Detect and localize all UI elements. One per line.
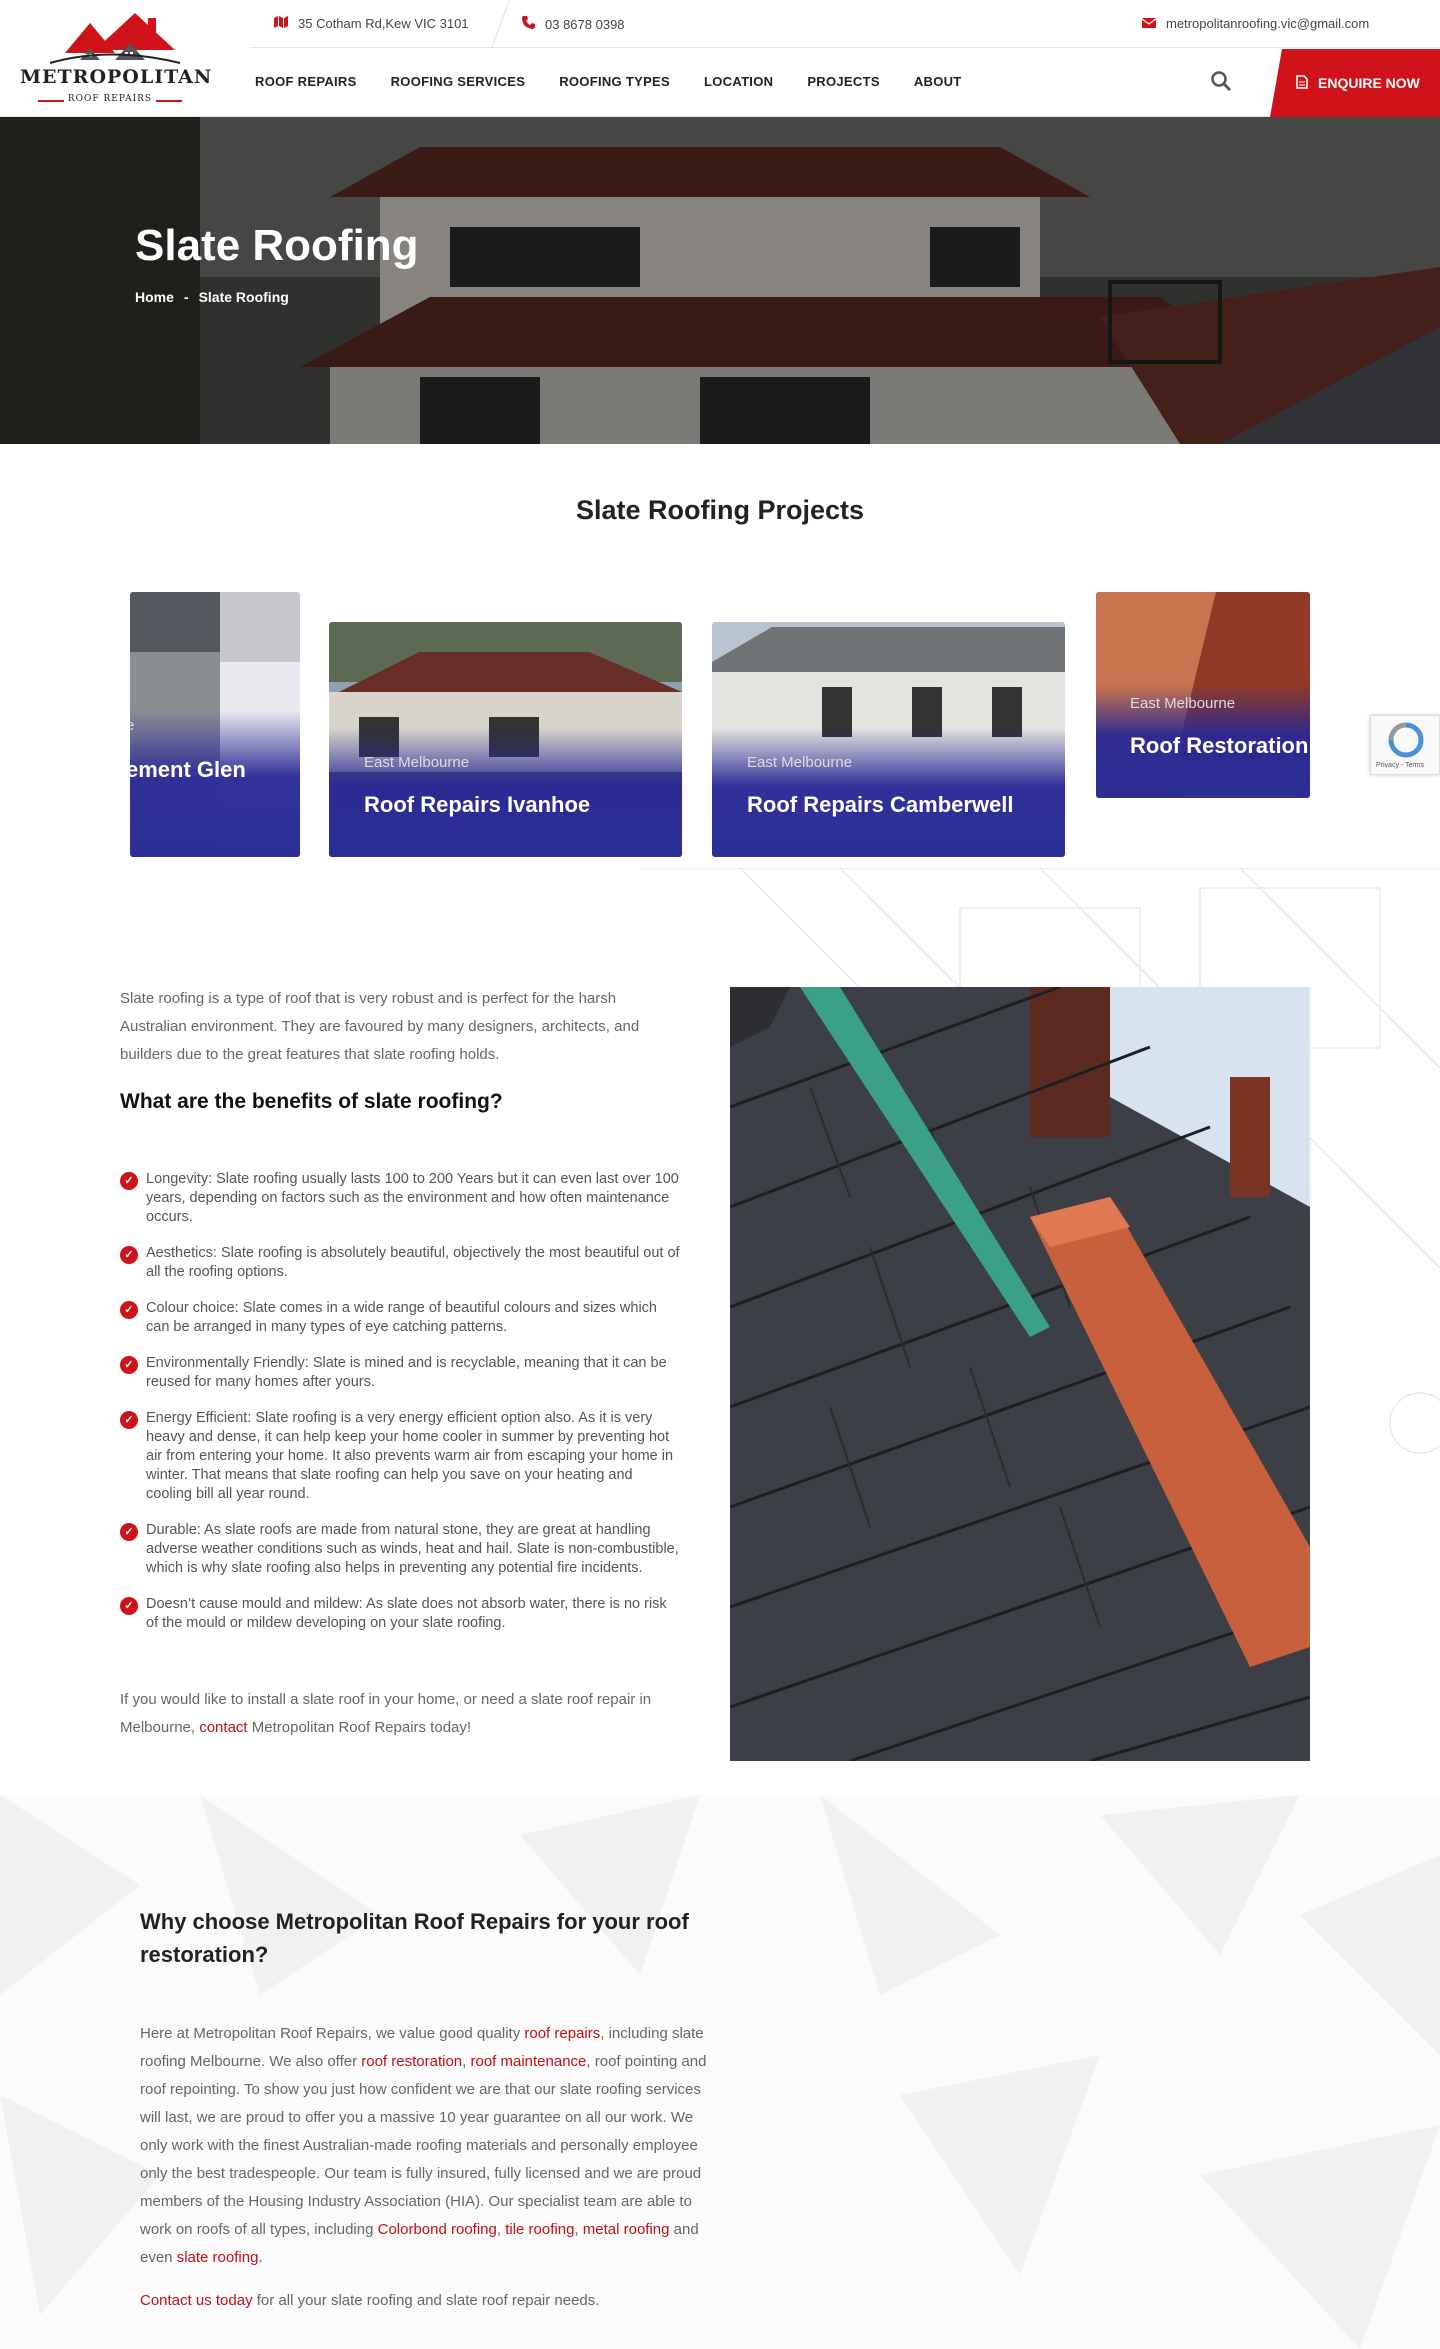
metal-roofing-link[interactable]: metal roofing xyxy=(583,2221,670,2238)
why-paragraph: Here at Metropolitan Roof Repairs, we va… xyxy=(140,2020,710,2272)
enquire-now-label: ENQUIRE NOW xyxy=(1318,75,1420,91)
contact-line-text: for all your slate roofing and slate roo… xyxy=(252,2292,600,2309)
project-card-templestowe[interactable]: e ement Glen xyxy=(130,592,300,857)
top-contact-bar: 35 Cotham Rd,Kew VIC 3101 03 8678 0398 m… xyxy=(250,0,1440,48)
email-text[interactable]: metropolitanroofing.vic@gmail.com xyxy=(1166,16,1369,31)
benefit-aesthetics: ✓ Aesthetics: Slate roofing is absolutely… xyxy=(120,1244,680,1282)
roof-maintenance-link[interactable]: roof maintenance xyxy=(470,2053,586,2070)
projects-heading: Slate Roofing Projects xyxy=(575,495,865,525)
project-card-ivanhoe[interactable]: East Melbourne Roof Repairs Ivanhoe xyxy=(329,622,682,857)
project-title: Roof Repairs Ivanhoe xyxy=(364,792,591,817)
site-header: METROPOLITAN ROOF REPAIRS 35 Cotham Rd,K… xyxy=(0,0,1440,117)
logo-house-icon xyxy=(49,13,181,64)
roof-repairs-link[interactable]: roof repairs xyxy=(524,2025,600,2042)
phone-item[interactable]: 03 8678 0398 xyxy=(522,16,625,32)
why-text-8: . xyxy=(258,2249,263,2266)
check-icon: ✓ xyxy=(120,1172,138,1190)
nav-projects[interactable]: PROJECTS xyxy=(807,74,879,89)
card-overlay xyxy=(130,711,300,857)
check-icon: ✓ xyxy=(120,1356,138,1374)
benefit-colour: ✓ Colour choice: Slate comes in a wide ra… xyxy=(120,1299,680,1337)
nav-roof-repairs[interactable]: ROOF REPAIRS xyxy=(255,74,357,89)
email-item[interactable]: metropolitanroofing.vic@gmail.com xyxy=(1141,16,1369,31)
why-text-5: , xyxy=(496,2221,506,2238)
breadcrumb: Home - Slate Roofing xyxy=(135,289,289,305)
recaptcha-links: Privacy - Terms xyxy=(1376,762,1425,769)
benefit-text: Energy Efficient: Slate roofing is a ver… xyxy=(146,1410,674,1502)
logo-subtitle: ROOF REPAIRS xyxy=(67,94,153,104)
benefit-text: Aesthetics: Slate roofing is absolutely … xyxy=(146,1245,680,1280)
contact-link[interactable]: contact xyxy=(199,1719,247,1736)
project-location: East Melbourne xyxy=(364,754,470,771)
recaptcha-badge[interactable]: Privacy - Terms xyxy=(1370,715,1440,775)
benefits-list: ✓ Longevity: Slate roofing usually lasts … xyxy=(120,1170,680,1650)
outro-paragraph: If you would like to install a slate roo… xyxy=(120,1686,680,1742)
logo-title: METROPOLITAN xyxy=(20,66,213,88)
address-item: 35 Cotham Rd,Kew VIC 3101 xyxy=(274,16,469,31)
phone-text[interactable]: 03 8678 0398 xyxy=(545,17,625,32)
outro-text-end: Metropolitan Roof Repairs today! xyxy=(247,1719,472,1736)
why-text-6: , xyxy=(574,2221,583,2238)
benefit-text: Colour choice: Slate comes in a wide ran… xyxy=(146,1300,657,1335)
project-location: e xyxy=(130,717,135,734)
why-contact-line: Contact us today for all your slate roof… xyxy=(140,2292,599,2309)
check-icon: ✓ xyxy=(120,1411,138,1429)
nav-roofing-services[interactable]: ROOFING SERVICES xyxy=(391,74,526,89)
nav-roofing-types[interactable]: ROOFING TYPES xyxy=(559,74,670,89)
hero-banner: Slate Roofing Home - Slate Roofing xyxy=(0,117,1440,444)
main-nav: ROOF REPAIRS ROOFING SERVICES ROOFING TY… xyxy=(255,74,996,89)
why-text-1: Here at Metropolitan Roof Repairs, we va… xyxy=(140,2025,525,2042)
why-heading: Why choose Metropolitan Roof Repairs for… xyxy=(140,1909,689,1967)
project-location: East Melbourne xyxy=(1130,695,1236,712)
nav-location[interactable]: LOCATION xyxy=(704,74,773,89)
check-icon: ✓ xyxy=(120,1301,138,1319)
roof-restoration-link[interactable]: roof restoration xyxy=(361,2053,462,2070)
colorbond-roofing-link[interactable]: Colorbond roofing xyxy=(378,2221,497,2238)
page-title: Slate Roofing xyxy=(135,221,419,270)
project-card-camberwell[interactable]: East Melbourne Roof Repairs Camberwell xyxy=(712,622,1065,857)
document-icon xyxy=(1296,74,1308,92)
projects-carousel[interactable]: e ement Glen East Melbourne Roof Repairs… xyxy=(130,590,1310,870)
contact-us-link[interactable]: Contact us today xyxy=(140,2292,253,2309)
check-icon: ✓ xyxy=(120,1523,138,1541)
project-title: Roof Repairs Camberwell xyxy=(747,792,1014,817)
benefit-text: Doesn’t cause mould and mildew: As slate… xyxy=(146,1596,667,1631)
search-icon[interactable] xyxy=(1210,70,1232,92)
logo[interactable]: METROPOLITAN ROOF REPAIRS xyxy=(20,8,213,108)
nav-about[interactable]: ABOUT xyxy=(914,74,962,89)
project-title: ement Glen xyxy=(130,757,246,782)
mail-icon xyxy=(1141,17,1157,31)
benefit-longevity: ✓ Longevity: Slate roofing usually lasts … xyxy=(120,1170,680,1227)
benefit-text: Durable: As slate roofs are made from na… xyxy=(146,1522,679,1576)
project-location: East Melbourne xyxy=(747,754,853,771)
hero-house-image xyxy=(0,117,1440,444)
map-icon xyxy=(274,16,288,31)
intro-paragraph: Slate roofing is a type of roof that is … xyxy=(120,990,640,1063)
benefit-text: Environmentally Friendly: Slate is mined… xyxy=(146,1355,667,1390)
logo-line-right xyxy=(156,100,182,102)
address-text: 35 Cotham Rd,Kew VIC 3101 xyxy=(298,16,469,31)
benefit-durable: ✓ Durable: As slate roofs are made from n… xyxy=(120,1521,680,1578)
benefit-text: Longevity: Slate roofing usually lasts 1… xyxy=(146,1171,679,1225)
benefits-heading: What are the benefits of slate roofing? xyxy=(120,1090,503,1113)
slate-roof-image xyxy=(730,987,1310,1761)
why-text-4: , roof pointing and roof repointing. To … xyxy=(140,2053,707,2238)
benefit-environment: ✓ Environmentally Friendly: Slate is mine… xyxy=(120,1354,680,1392)
benefit-mould: ✓ Doesn’t cause mould and mildew: As slat… xyxy=(120,1595,680,1633)
check-icon: ✓ xyxy=(120,1597,138,1615)
breadcrumb-separator: - xyxy=(183,289,189,305)
phone-icon xyxy=(522,16,535,32)
breadcrumb-current: Slate Roofing xyxy=(198,289,289,305)
enquire-now-button[interactable]: ENQUIRE NOW xyxy=(1270,49,1440,117)
tile-roofing-link[interactable]: tile roofing xyxy=(505,2221,574,2238)
topbar-divider xyxy=(491,0,510,48)
project-title: Roof Restoration xyxy=(1130,733,1309,758)
recaptcha-icon xyxy=(1388,722,1424,758)
benefit-energy: ✓ Energy Efficient: Slate roofing is a ve… xyxy=(120,1409,680,1504)
slate-roofing-link[interactable]: slate roofing xyxy=(177,2249,259,2266)
project-card-restoration[interactable]: East Melbourne Roof Restoration xyxy=(1096,592,1310,798)
breadcrumb-home[interactable]: Home xyxy=(135,289,174,305)
check-icon: ✓ xyxy=(120,1246,138,1264)
